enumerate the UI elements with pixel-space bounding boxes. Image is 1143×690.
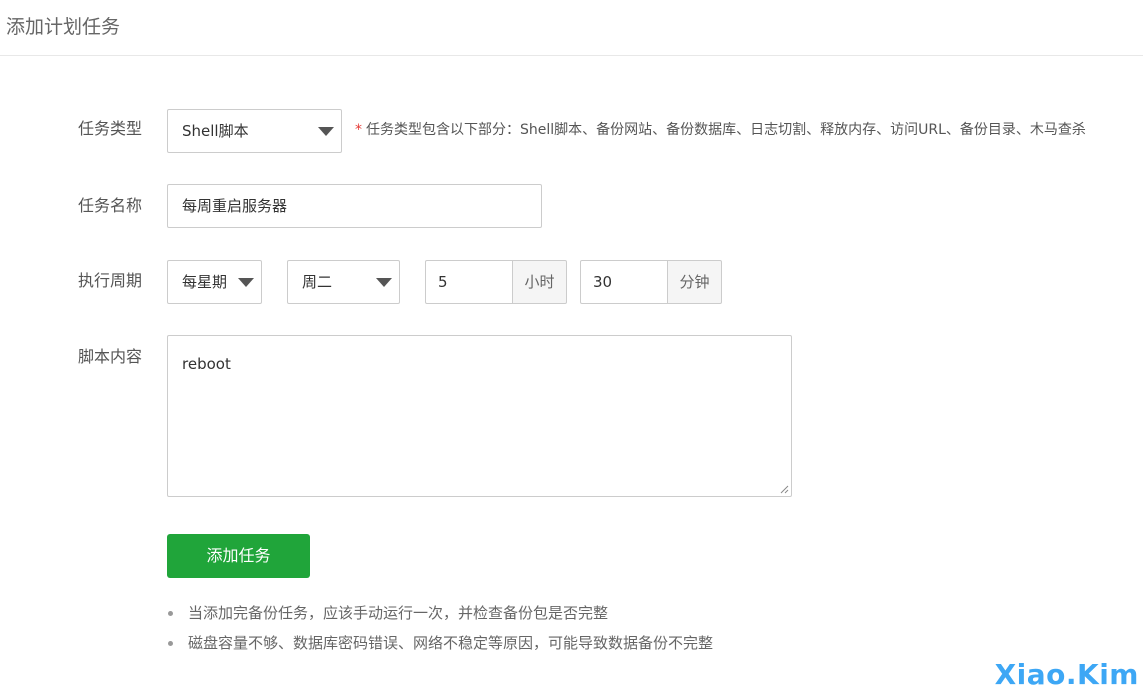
weekday-select[interactable]: 周二	[287, 260, 400, 304]
minute-value: 30	[593, 273, 613, 291]
chevron-down-icon	[318, 127, 334, 136]
note-text: 当添加完备份任务，应该手动运行一次，并检查备份包是否完整	[188, 604, 609, 622]
bullet-icon	[168, 611, 173, 616]
period-select[interactable]: 每星期	[167, 260, 262, 304]
minute-unit: 分钟	[667, 260, 722, 304]
hour-value: 5	[438, 273, 448, 291]
resize-handle-icon[interactable]	[779, 484, 789, 494]
add-task-button[interactable]: 添加任务	[167, 534, 310, 578]
notes-list: 当添加完备份任务，应该手动运行一次，并检查备份包是否完整 磁盘容量不够、数据库密…	[167, 603, 713, 663]
task-name-label: 任务名称	[78, 196, 143, 215]
bullet-icon	[168, 641, 173, 646]
task-type-hint: * 任务类型包含以下部分：Shell脚本、备份网站、备份数据库、日志切割、释放内存…	[355, 120, 1086, 140]
period-selected: 每星期	[182, 273, 228, 291]
page-header: 添加计划任务	[0, 0, 1143, 56]
chevron-down-icon	[376, 278, 392, 287]
note-text: 磁盘容量不够、数据库密码错误、网络不稳定等原因，可能导致数据备份不完整	[188, 634, 714, 652]
script-textarea[interactable]: reboot	[167, 335, 792, 497]
weekday-selected: 周二	[302, 273, 333, 291]
task-name-input[interactable]: 每周重启服务器	[167, 184, 542, 228]
script-label: 脚本内容	[78, 347, 143, 366]
task-type-hint-text: 任务类型包含以下部分：Shell脚本、备份网站、备份数据库、日志切割、释放内存、…	[366, 122, 1086, 138]
task-type-selected: Shell脚本	[182, 122, 249, 140]
watermark: Xiao.Kim	[994, 658, 1139, 690]
hour-input[interactable]: 5	[425, 260, 513, 304]
hour-unit: 小时	[512, 260, 567, 304]
script-value: reboot	[182, 355, 231, 373]
minute-input[interactable]: 30	[580, 260, 668, 304]
task-type-select[interactable]: Shell脚本	[167, 109, 342, 153]
list-item: 磁盘容量不够、数据库密码错误、网络不稳定等原因，可能导致数据备份不完整	[167, 633, 713, 663]
task-type-label: 任务类型	[78, 119, 143, 138]
schedule-label: 执行周期	[78, 271, 143, 290]
required-asterisk: *	[355, 122, 362, 138]
page-title: 添加计划任务	[6, 16, 121, 38]
task-name-value: 每周重启服务器	[182, 197, 288, 215]
list-item: 当添加完备份任务，应该手动运行一次，并检查备份包是否完整	[167, 603, 713, 633]
chevron-down-icon	[238, 278, 254, 287]
page: 添加计划任务 任务类型 Shell脚本 * 任务类型包含以下部分：Shell脚本、…	[0, 0, 1143, 690]
